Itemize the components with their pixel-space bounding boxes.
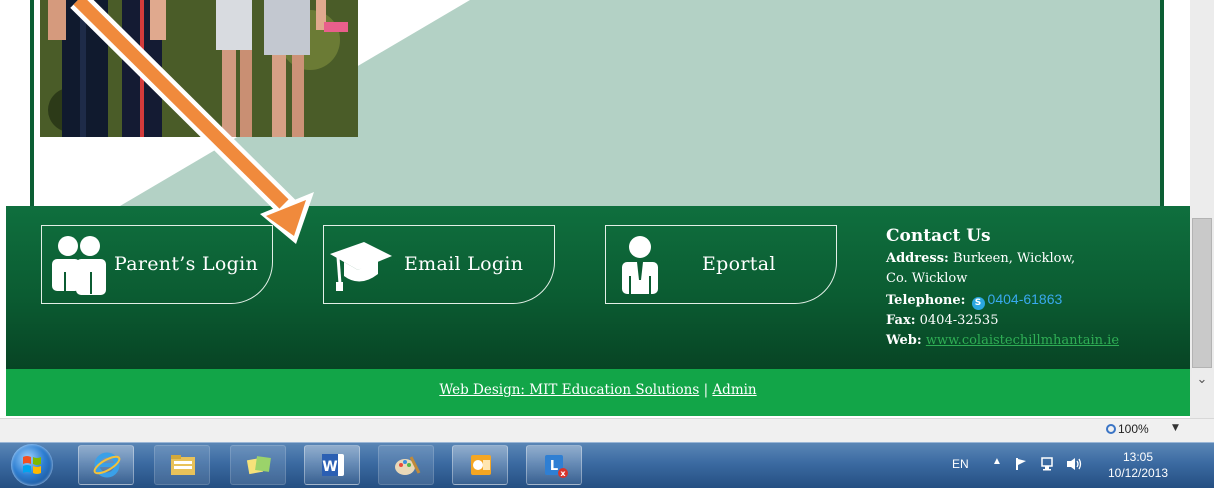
scrollbar-thumb[interactable] — [1192, 218, 1212, 368]
taskbar-word[interactable]: W — [304, 445, 360, 485]
windows-logo-icon — [23, 456, 41, 474]
svg-text:L: L — [550, 459, 558, 474]
taskbar-clock[interactable]: 13:05 10/12/2013 — [1106, 449, 1170, 481]
clock-date: 10/12/2013 — [1107, 466, 1169, 480]
volume-icon[interactable] — [1066, 456, 1082, 472]
taskbar-lync[interactable]: L x — [526, 445, 582, 485]
windows-taskbar: W L x EN ▲ 13:05 10/12/2013 — [0, 442, 1214, 488]
taskbar-sticky-notes[interactable] — [230, 445, 286, 485]
zoom-level[interactable]: 100% — [1106, 422, 1149, 436]
taskbar-outlook[interactable] — [452, 445, 508, 485]
taskbar-paint[interactable] — [378, 445, 434, 485]
internet-explorer-icon — [93, 452, 121, 478]
taskbar-file-explorer[interactable] — [154, 445, 210, 485]
browser-status-bar: 100% ▼ — [0, 418, 1214, 442]
lync-icon: L x — [545, 455, 568, 478]
network-icon[interactable] — [1040, 456, 1056, 472]
clock-time: 13:05 — [1122, 450, 1154, 464]
svg-text:x: x — [560, 469, 566, 478]
show-hidden-icons-arrow-icon[interactable]: ▲ — [992, 456, 1002, 467]
svg-text:W: W — [322, 459, 337, 475]
outlook-icon — [471, 455, 491, 475]
word-icon: W — [322, 454, 344, 476]
language-indicator[interactable]: EN — [952, 457, 969, 471]
orange-arrow-annotation — [70, 0, 314, 244]
taskbar-internet-explorer[interactable] — [78, 445, 134, 485]
start-button[interactable] — [11, 444, 53, 486]
web-page: Parent’s Login Email Login Eportal Conta — [0, 0, 1190, 418]
vertical-scrollbar[interactable]: ⌄ — [1190, 0, 1214, 418]
action-center-flag-icon[interactable] — [1014, 457, 1028, 471]
file-explorer-icon — [171, 455, 195, 475]
paint-icon — [395, 456, 421, 475]
sticky-notes-icon — [246, 456, 271, 475]
scroll-down-arrow-icon[interactable]: ⌄ — [1190, 372, 1214, 394]
zoom-icon — [1106, 424, 1116, 434]
zoom-dropdown-arrow-icon[interactable]: ▼ — [1172, 423, 1179, 433]
